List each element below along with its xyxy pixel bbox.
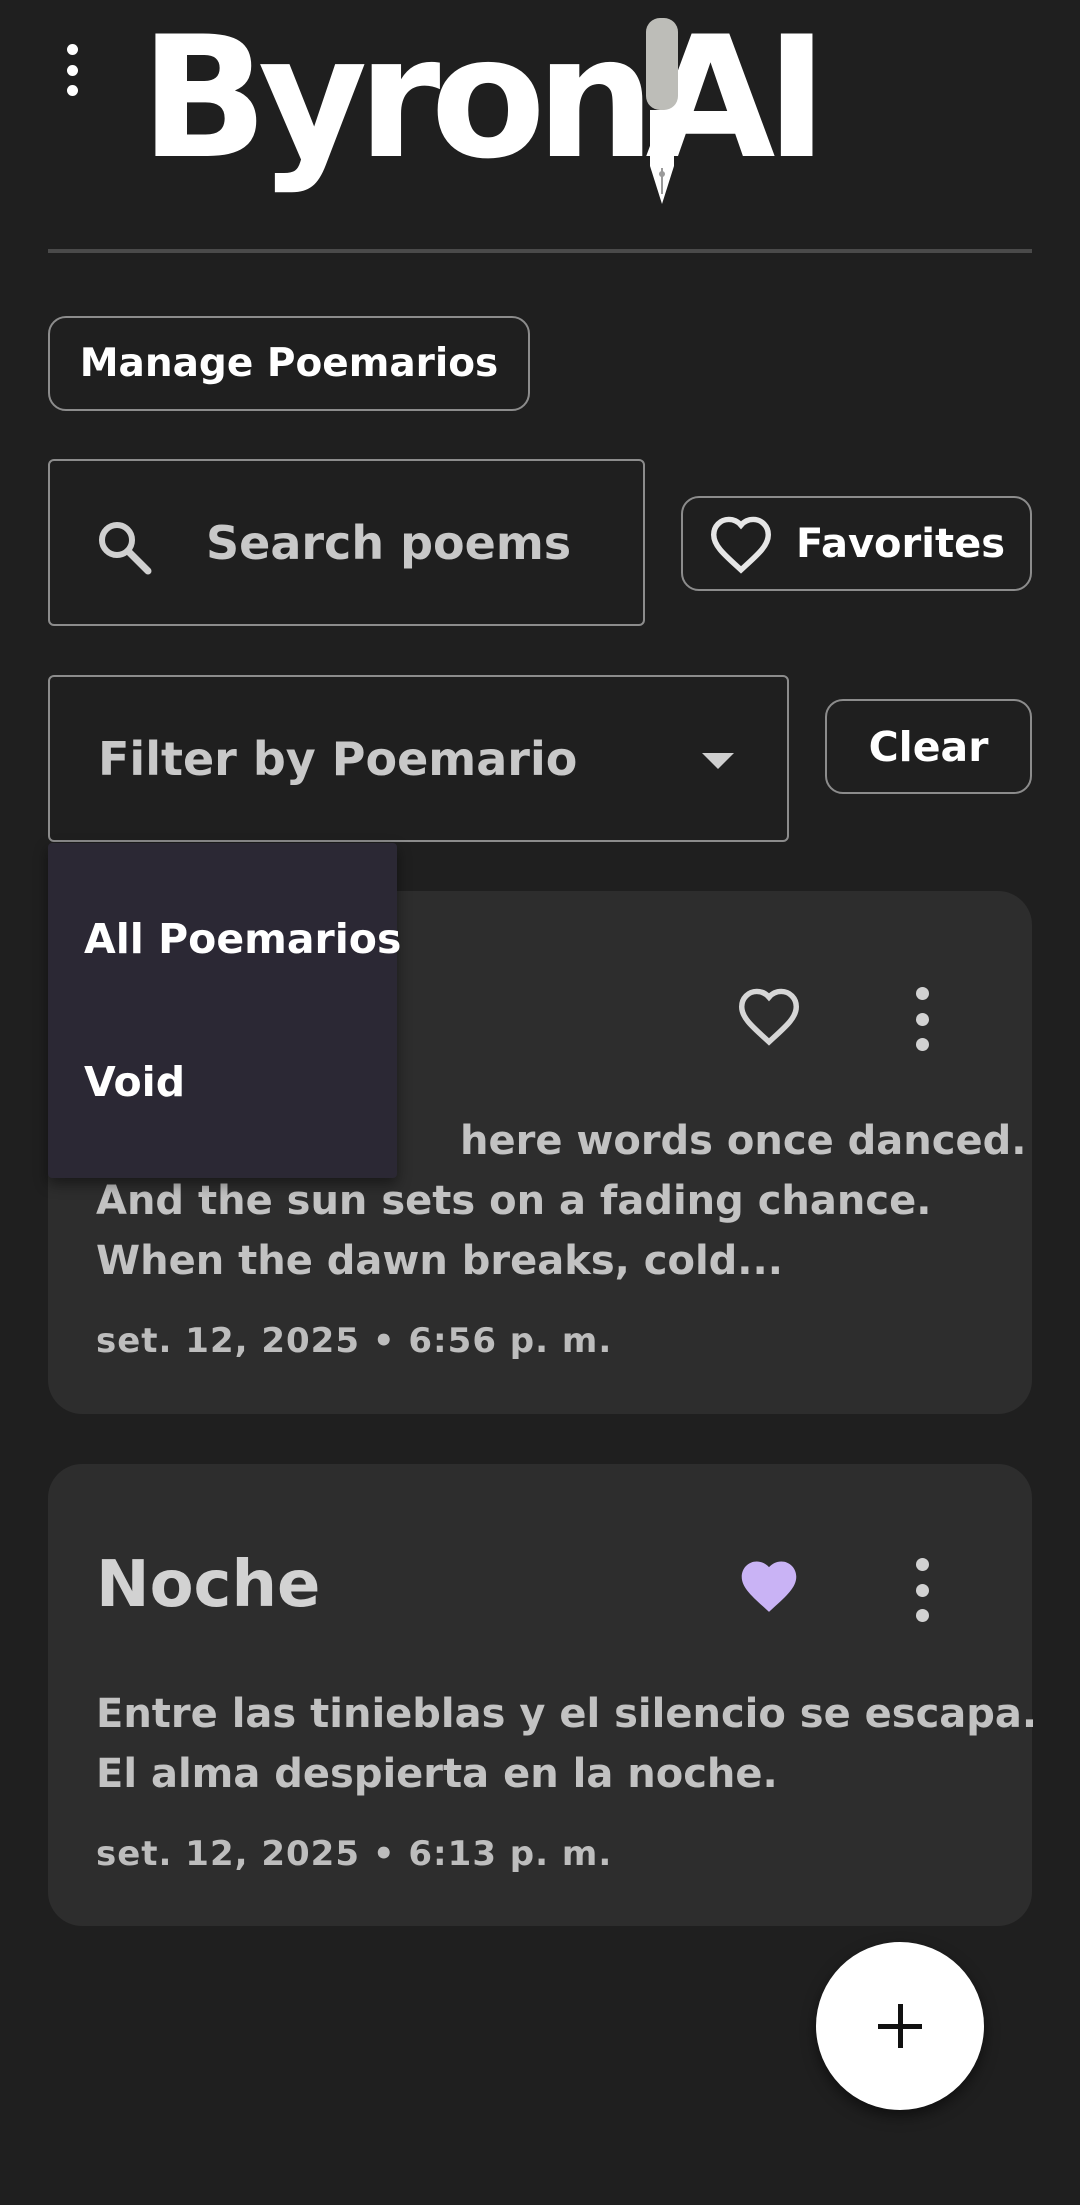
more-vertical-icon[interactable] <box>912 1558 932 1622</box>
search-icon <box>99 522 152 575</box>
poemario-dropdown-menu: All Poemarios Void <box>48 843 401 1178</box>
poem-excerpt-line: When the dawn breaks, cold... <box>96 1238 783 1284</box>
poem-excerpt-line: And the sun sets on a fading chance. <box>96 1178 932 1224</box>
caret-down-icon <box>702 753 734 769</box>
more-vertical-icon[interactable] <box>912 987 932 1051</box>
menu-dot <box>66 44 78 55</box>
more-dot <box>915 1558 929 1571</box>
manage-poemarios-button[interactable]: Manage Poemarios <box>48 316 530 411</box>
more-dot <box>915 1012 929 1026</box>
more-dot <box>915 1609 929 1622</box>
search-placeholder: Search poems <box>206 515 572 570</box>
poem-date: set. 12, 2025 • 6:13 p. m. <box>96 1834 613 1874</box>
app-logo-text: ByronAI <box>140 0 828 196</box>
dropdown-option-all-poemarios[interactable]: All Poemarios <box>84 915 401 963</box>
poem-excerpt-line: Entre las tinieblas y el silencio se esc… <box>96 1691 1038 1737</box>
poem-date: set. 12, 2025 • 6:56 p. m. <box>96 1321 613 1361</box>
menu-dot <box>66 85 78 96</box>
plus-icon <box>878 2004 922 2048</box>
more-dot <box>915 1583 929 1597</box>
poem-excerpt-line: El alma despierta en la noche. <box>96 1751 778 1797</box>
heart-filled-icon[interactable] <box>736 1556 802 1616</box>
favorites-button[interactable]: Favorites <box>681 496 1032 591</box>
favorites-label: Favorites <box>795 520 1006 567</box>
poemario-filter-select[interactable]: Filter by Poemario <box>48 675 789 842</box>
heart-outline-icon <box>710 516 771 574</box>
poem-card[interactable]: Noche Entre las tinieblas y el silencio … <box>48 1464 1037 1926</box>
heart-outline-icon[interactable] <box>736 986 802 1046</box>
filter-label: Filter by Poemario <box>98 731 578 786</box>
main-menu-button[interactable] <box>52 38 92 102</box>
search-field[interactable]: Search poems <box>48 459 645 626</box>
clear-filter-button[interactable]: Clear <box>825 699 1032 794</box>
more-dot <box>915 987 929 1000</box>
dropdown-option-void[interactable]: Void <box>84 1058 185 1106</box>
menu-dot <box>66 64 78 76</box>
fountain-pen-icon <box>646 18 678 204</box>
add-poem-button[interactable] <box>816 1942 984 2110</box>
header-divider <box>48 249 1032 253</box>
more-dot <box>915 1038 929 1051</box>
poem-excerpt-line: here words once danced. <box>460 1118 1027 1164</box>
app-logo: ByronAI <box>140 14 828 214</box>
poem-title: Noche <box>96 1548 321 1622</box>
